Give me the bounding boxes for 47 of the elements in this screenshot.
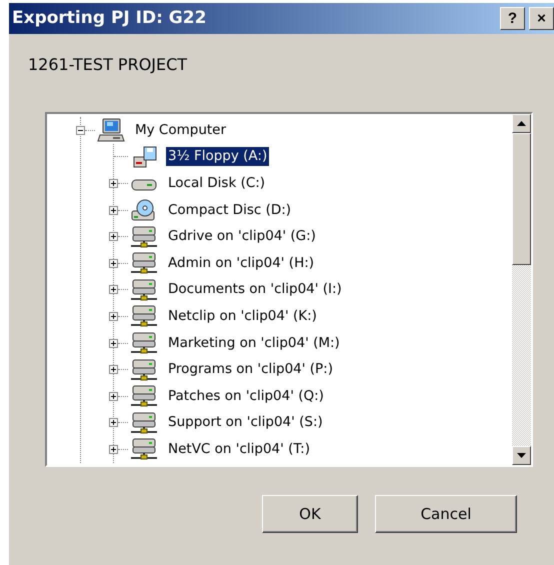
tree-item[interactable]: Compact Disc (D:) xyxy=(166,200,294,220)
network-drive-icon xyxy=(130,331,158,356)
expand-icon[interactable] xyxy=(109,444,118,454)
scrollbar-thumb[interactable] xyxy=(512,133,531,265)
tree-item[interactable]: Support on 'clip04' (S:) xyxy=(166,413,325,432)
tree-item[interactable]: Local Disk (C:) xyxy=(166,174,268,193)
help-button[interactable]: ? xyxy=(500,7,525,30)
network-drive-icon xyxy=(130,358,158,382)
expand-icon[interactable] xyxy=(109,178,118,188)
tree-item[interactable]: Patches on 'clip04' (Q:) xyxy=(166,386,326,406)
tree-item[interactable]: Documents on 'clip04' (I:) xyxy=(166,280,344,300)
tree-item[interactable]: Marketing on 'clip04' (M:) xyxy=(166,334,342,353)
expand-icon[interactable] xyxy=(109,206,118,215)
computer-icon xyxy=(97,118,125,142)
up-arrow-icon xyxy=(517,121,526,126)
expand-icon[interactable] xyxy=(109,285,118,294)
network-drive-icon xyxy=(130,384,158,408)
collapse-icon[interactable] xyxy=(76,126,85,135)
vertical-scrollbar[interactable] xyxy=(512,114,531,465)
expand-icon[interactable] xyxy=(109,338,118,348)
expand-icon[interactable] xyxy=(109,232,118,242)
cancel-button[interactable]: Cancel xyxy=(375,495,517,533)
project-label: 1261-TEST PROJECT xyxy=(28,55,188,74)
expand-icon[interactable] xyxy=(109,392,118,401)
scroll-up-button[interactable] xyxy=(512,114,531,133)
network-drive-icon xyxy=(130,224,158,249)
tree-item[interactable]: Admin on 'clip04' (H:) xyxy=(166,254,316,273)
tree-item[interactable]: Programs on 'clip04' (P:) xyxy=(166,360,335,380)
tree-item[interactable]: Netclip on 'clip04' (K:) xyxy=(166,306,319,326)
tree-item[interactable]: NetVC on 'clip04' (T:) xyxy=(166,440,312,459)
down-arrow-icon xyxy=(517,453,526,458)
scroll-down-button[interactable] xyxy=(512,446,531,465)
tree-item[interactable]: Gdrive on 'clip04' (G:) xyxy=(166,227,318,246)
expand-icon[interactable] xyxy=(109,365,118,374)
ok-button[interactable]: OK xyxy=(262,495,358,533)
tree-item[interactable]: My Computer xyxy=(133,120,228,140)
expand-icon[interactable] xyxy=(109,312,118,321)
network-drive-icon xyxy=(130,251,158,276)
close-button[interactable]: × xyxy=(529,7,554,30)
tree-item[interactable]: 3½ Floppy (A:) xyxy=(166,147,270,166)
network-drive-icon xyxy=(130,410,158,435)
network-drive-icon xyxy=(130,437,158,462)
network-drive-icon xyxy=(130,304,158,328)
network-drive-icon xyxy=(130,278,158,302)
expand-icon[interactable] xyxy=(109,258,118,268)
expand-icon[interactable] xyxy=(109,418,118,428)
window-title: Exporting PJ ID: G22 xyxy=(12,6,206,30)
